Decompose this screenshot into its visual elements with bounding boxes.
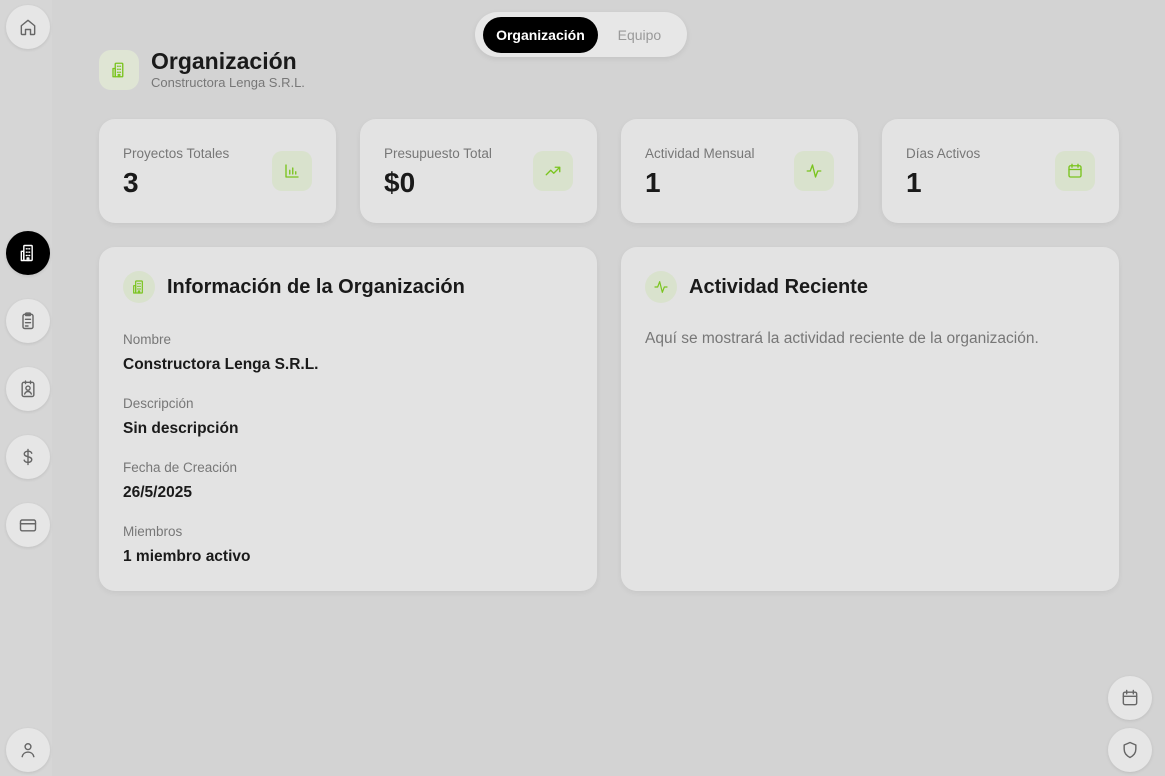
clipboard-icon [22,312,34,330]
bar-chart-icon [285,164,299,178]
calendar-icon [1122,689,1138,706]
sidebar-item-billing[interactable] [6,503,50,547]
field-label: Miembros [123,524,183,539]
field-created-date: Fecha de Creación 26/5/2025 [123,459,237,503]
page-title: Organización [151,48,297,74]
field-description: Descripción Sin descripción [123,395,238,439]
stat-icon-badge [1055,151,1095,191]
contact-icon [21,380,35,398]
stat-value: $0 [384,167,416,198]
header-icon-badge [99,50,139,90]
security-button[interactable] [1108,728,1152,772]
page-header: Organización Constructora Lenga S.R.L. [99,48,305,92]
tab-organization[interactable]: Organización [483,16,598,53]
stat-label: Presupuesto Total [384,146,492,161]
stat-icon-badge [272,151,312,191]
panel-icon-badge [123,271,155,303]
stat-card-projects: Proyectos Totales 3 [99,119,336,223]
stat-value: 3 [123,167,139,198]
panel-title: Información de la Organización [167,275,465,298]
building-icon [112,62,124,78]
home-icon [20,19,36,36]
panel-icon-badge [645,271,677,303]
sidebar-item-finance[interactable] [6,435,50,479]
stat-label: Proyectos Totales [123,146,230,161]
tab-team[interactable]: Equipo [600,17,679,53]
sidebar-item-profile[interactable] [6,728,50,772]
recent-activity-panel: Actividad Reciente Aquí se mostrará la a… [621,247,1119,591]
stat-icon-badge [794,151,834,191]
stat-card-activity: Actividad Mensual 1 [621,119,858,223]
trending-up-icon [545,166,561,176]
dollar-icon [23,448,33,466]
activity-empty-text: Aquí se mostrará la actividad reciente d… [645,330,1039,347]
field-label: Descripción [123,396,194,411]
field-value: 26/5/2025 [123,484,192,501]
stat-card-active-days: Días Activos 1 [882,119,1119,223]
sidebar-item-organization[interactable] [6,231,50,275]
field-label: Nombre [123,332,172,347]
field-value: Constructora Lenga S.R.L. [123,356,319,373]
stat-value: 1 [906,167,922,198]
stat-card-budget: Presupuesto Total $0 [360,119,597,223]
activity-icon [806,164,822,178]
field-value: Sin descripción [123,420,239,437]
activity-icon [654,281,668,293]
sidebar-item-projects[interactable] [6,299,50,343]
credit-card-icon [19,519,37,532]
building-icon [133,280,143,294]
stat-icon-badge [533,151,573,191]
calendar-button[interactable] [1108,676,1152,720]
field-members: Miembros 1 miembro activo [123,523,251,567]
shield-icon [1123,741,1137,759]
panel-title: Actividad Reciente [689,275,868,298]
sidebar [0,0,52,776]
field-value: 1 miembro activo [123,548,251,565]
stat-label: Días Activos [906,146,981,161]
stat-value: 1 [645,167,661,198]
user-icon [21,743,35,758]
page-subtitle: Constructora Lenga S.R.L. [151,75,305,90]
calendar-icon [1068,163,1082,178]
sidebar-item-contacts[interactable] [6,367,50,411]
sidebar-item-home[interactable] [6,5,50,49]
stat-label: Actividad Mensual [645,146,755,161]
tab-switcher: Organización Equipo [475,12,687,57]
field-name: Nombre Constructora Lenga S.R.L. [123,331,319,375]
building-icon [20,244,33,262]
organization-info-panel: Información de la Organización Nombre Co… [99,247,597,591]
field-label: Fecha de Creación [123,460,238,475]
